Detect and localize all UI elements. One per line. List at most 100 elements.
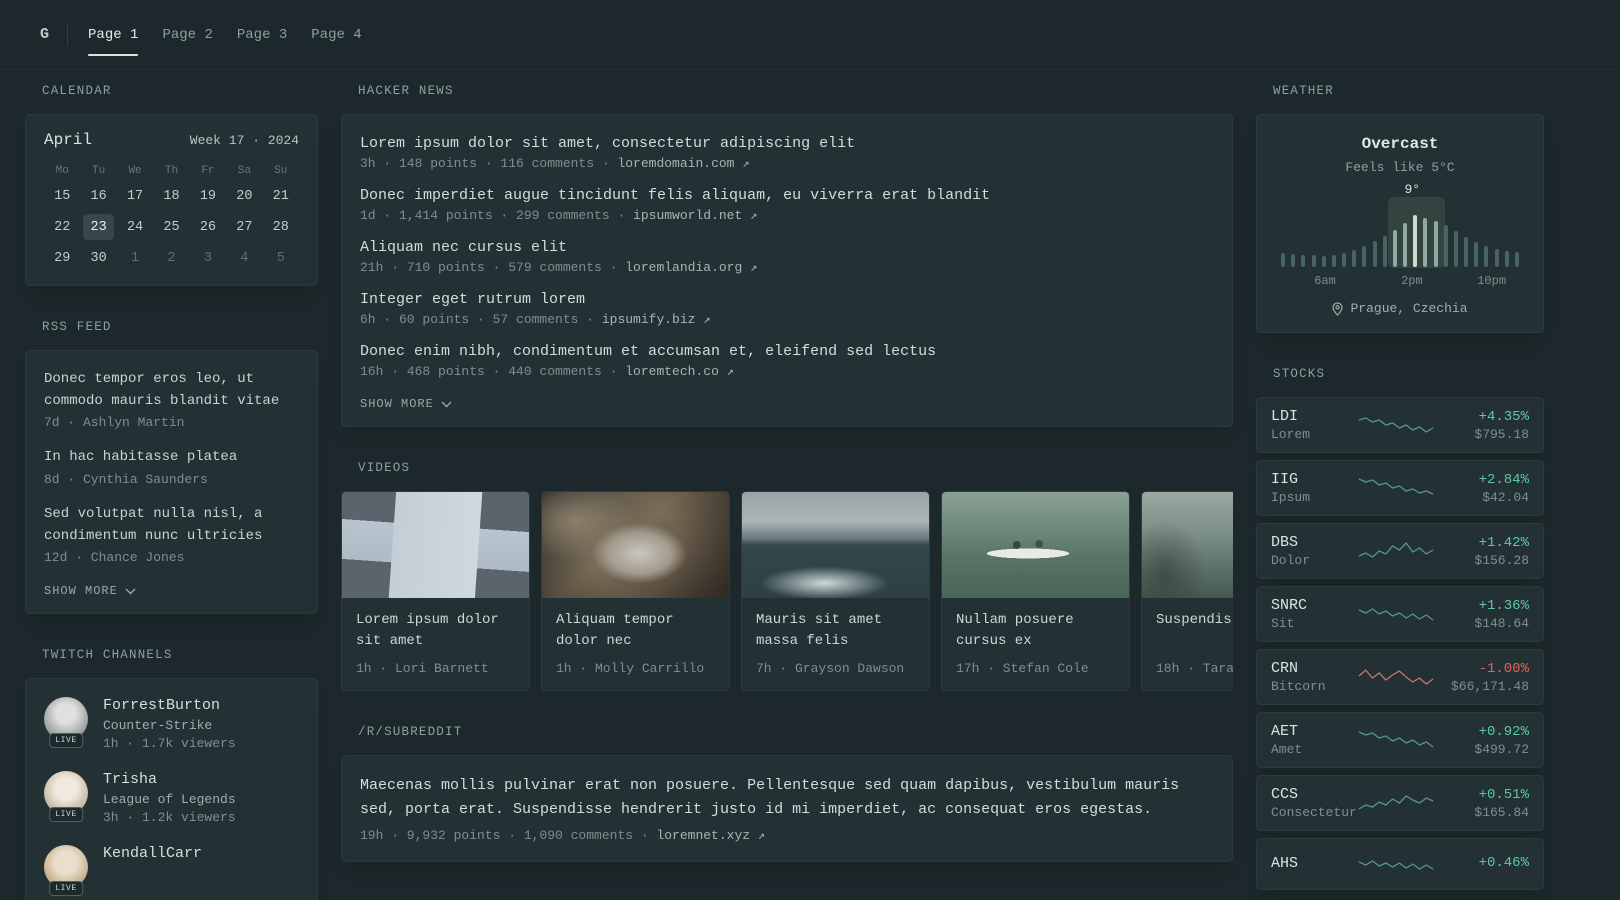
- twitch-channel[interactable]: LIVE ForrestBurton Counter-Strike 1h · 1…: [44, 697, 299, 751]
- stock-sparkline: [1358, 795, 1434, 810]
- channel-name[interactable]: KendallCarr: [103, 845, 202, 862]
- video-title[interactable]: Mauris sit amet massa felis: [756, 610, 915, 652]
- weather-hour-bar: [1474, 242, 1479, 267]
- weather-hour-bar: [1291, 254, 1296, 267]
- stock-symbol[interactable]: AHS: [1271, 855, 1355, 872]
- tab-page-2[interactable]: Page 2: [162, 0, 212, 69]
- hn-story-title[interactable]: Aliquam nec cursus elit: [360, 239, 1214, 256]
- stock-symbol[interactable]: AET: [1271, 723, 1355, 740]
- video-title[interactable]: Aliquam tempor dolor nec pharetra…: [556, 610, 715, 652]
- subreddit-post-meta-text: 19h · 9,932 points · 1,090 comments ·: [360, 828, 657, 843]
- video-thumbnail[interactable]: [742, 492, 929, 598]
- weather-hour-bar: [1362, 246, 1367, 267]
- stock-row[interactable]: AET Amet +0.92% $499.72: [1256, 712, 1544, 768]
- stock-symbol[interactable]: IIG: [1271, 471, 1355, 488]
- stock-symbol[interactable]: CCS: [1271, 786, 1355, 803]
- subreddit-post-title[interactable]: Maecenas mollis pulvinar erat non posuer…: [360, 774, 1214, 822]
- stock-row[interactable]: LDI Lorem +4.35% $795.18: [1256, 397, 1544, 453]
- video-card[interactable]: Nullam posuere cursus ex 17h · Stefan Co…: [941, 491, 1130, 691]
- calendar-day: 4: [240, 250, 249, 266]
- hn-story-domain[interactable]: loremdomain.com ↗: [617, 156, 749, 171]
- hn-story-domain[interactable]: loremtech.co ↗: [625, 364, 734, 379]
- stock-name: Sit: [1271, 616, 1295, 631]
- channel-name[interactable]: Trisha: [103, 771, 236, 788]
- rss-item-title[interactable]: In hac habitasse platea: [44, 447, 299, 469]
- rss-card: Donec tempor eros leo, ut commodo mauris…: [25, 350, 318, 615]
- video-thumbnail[interactable]: [542, 492, 729, 598]
- weather-hour-bar: [1372, 241, 1377, 267]
- tab-page-4[interactable]: Page 4: [311, 0, 361, 69]
- left-column: CALENDAR April Week 17 · 2024 Mo Tu We Th Fr…: [25, 84, 318, 900]
- stock-price: $165.84: [1474, 804, 1529, 820]
- video-thumbnail[interactable]: [1142, 492, 1233, 598]
- calendar-day-header: Mo: [55, 165, 69, 177]
- weather-hour-bar: [1403, 223, 1408, 267]
- hn-story-domain[interactable]: ipsumworld.net ↗: [633, 208, 757, 223]
- rss-item-title[interactable]: Sed volutpat nulla nisl, a condimentum n…: [44, 504, 299, 547]
- stock-symbol[interactable]: CRN: [1271, 660, 1355, 677]
- hn-story-title[interactable]: Integer eget rutrum lorem: [360, 291, 1214, 308]
- stock-row[interactable]: SNRC Sit +1.36% $148.64: [1256, 586, 1544, 642]
- weather-hour-bar: [1504, 251, 1509, 267]
- hn-story-domain[interactable]: loremlandia.org ↗: [625, 260, 757, 275]
- calendar-day-header: Th: [164, 165, 179, 177]
- live-badge: LIVE: [49, 733, 83, 749]
- stock-price: $148.64: [1474, 615, 1529, 631]
- weather-hour-bar: [1423, 218, 1428, 267]
- stock-row[interactable]: IIG Ipsum +2.84% $42.04: [1256, 460, 1544, 516]
- calendar-day-header: Sa: [237, 165, 251, 177]
- twitch-channel[interactable]: LIVE KendallCarr: [44, 845, 299, 897]
- hackernews-show-more-button[interactable]: SHOW MORE: [360, 397, 452, 411]
- video-thumbnail[interactable]: [942, 492, 1129, 598]
- top-nav: G Page 1 Page 2 Page 3 Page 4: [0, 0, 1620, 70]
- video-card[interactable]: Lorem ipsum dolor sit amet consectetu… 1…: [341, 491, 530, 691]
- external-link-icon: ↗: [703, 313, 711, 327]
- rss-show-more-button[interactable]: SHOW MORE: [44, 584, 136, 598]
- stock-price: $795.18: [1474, 426, 1529, 442]
- weather-section-title: WEATHER: [1273, 84, 1334, 98]
- stock-values: +0.46%: [1437, 855, 1529, 873]
- stock-sparkline: [1358, 417, 1434, 433]
- stock-symbol[interactable]: LDI: [1271, 408, 1355, 425]
- stock-values: +0.51% $165.84: [1437, 787, 1529, 820]
- stock-row[interactable]: CCS Consectetur +0.51% $165.84: [1256, 775, 1544, 831]
- channel-name[interactable]: ForrestBurton: [103, 697, 236, 714]
- hn-story-title[interactable]: Lorem ipsum dolor sit amet, consectetur …: [360, 135, 1214, 152]
- video-thumbnail[interactable]: [342, 492, 529, 598]
- hn-story-domain[interactable]: ipsumify.biz ↗: [602, 312, 711, 327]
- rss-widget: RSS FEED Donec tempor eros leo, ut commo…: [25, 320, 318, 615]
- stock-row[interactable]: AHS +0.46%: [1256, 838, 1544, 890]
- domain-label: loremnet.xyz: [656, 828, 751, 843]
- video-card[interactable]: Suspendisse diam 18h · Tara: [1141, 491, 1233, 691]
- twitch-channel[interactable]: LIVE Trisha League of Legends 3h · 1.2k …: [44, 771, 299, 825]
- video-title[interactable]: Suspendisse diam: [1156, 610, 1233, 652]
- hn-story-title[interactable]: Donec imperdiet augue tincidunt felis al…: [360, 187, 1214, 204]
- tab-page-3[interactable]: Page 3: [237, 0, 287, 69]
- video-title[interactable]: Nullam posuere cursus ex: [956, 610, 1115, 652]
- hn-story-title[interactable]: Donec enim nibh, condimentum et accumsan…: [360, 343, 1214, 360]
- chevron-down-icon: [441, 401, 452, 408]
- rss-item[interactable]: Donec tempor eros leo, ut commodo mauris…: [44, 369, 299, 430]
- rss-item-title[interactable]: Donec tempor eros leo, ut commodo mauris…: [44, 369, 299, 412]
- stock-row[interactable]: DBS Dolor +1.42% $156.28: [1256, 523, 1544, 579]
- app-logo[interactable]: G: [40, 26, 49, 43]
- rss-item[interactable]: In hac habitasse platea 8d · Cynthia Sau…: [44, 447, 299, 487]
- subreddit-post-domain[interactable]: loremnet.xyz ↗: [656, 828, 765, 843]
- video-title[interactable]: Lorem ipsum dolor sit amet consectetu…: [356, 610, 515, 652]
- hackernews-card: Lorem ipsum dolor sit amet, consectetur …: [341, 114, 1233, 427]
- video-card[interactable]: Aliquam tempor dolor nec pharetra… 1h · …: [541, 491, 730, 691]
- calendar-day: 17: [126, 188, 144, 204]
- calendar-day: 26: [199, 219, 217, 235]
- rss-item[interactable]: Sed volutpat nulla nisl, a condimentum n…: [44, 504, 299, 565]
- stock-price: $499.72: [1474, 741, 1529, 757]
- calendar-day-header: Fr: [201, 165, 215, 177]
- stock-row[interactable]: CRN Bitcorn -1.00% $66,171.48: [1256, 649, 1544, 705]
- stock-symbol[interactable]: DBS: [1271, 534, 1355, 551]
- weather-time-tick: 10pm: [1477, 274, 1507, 288]
- tab-page-1[interactable]: Page 1: [88, 0, 139, 69]
- stock-symbol[interactable]: SNRC: [1271, 597, 1355, 614]
- video-card[interactable]: Mauris sit amet massa felis 7h · Grayson…: [741, 491, 930, 691]
- avatar: LIVE: [44, 697, 88, 749]
- stock-change: +4.35%: [1478, 408, 1529, 425]
- stock-change: +1.36%: [1478, 597, 1529, 614]
